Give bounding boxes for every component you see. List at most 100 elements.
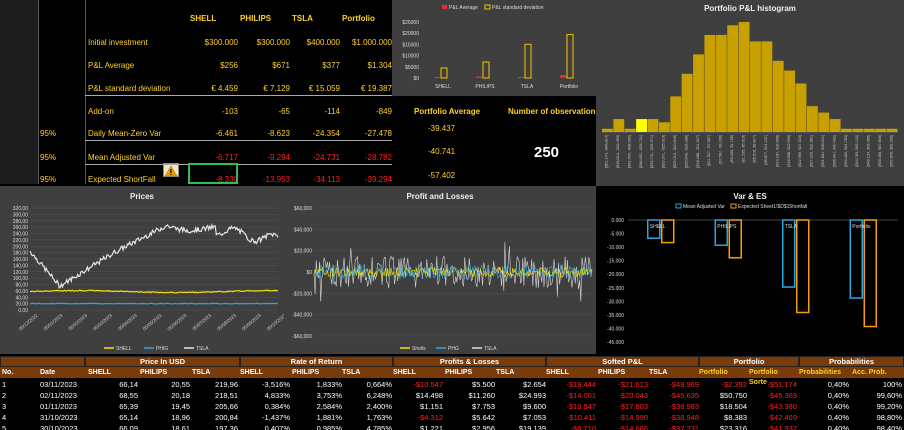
table-cell[interactable]: -$38.983 xyxy=(649,402,699,412)
table-cell[interactable]: 65,14 xyxy=(88,413,138,423)
table-cell[interactable]: 218,51 xyxy=(192,391,238,401)
table-cell[interactable]: 0,985% xyxy=(292,424,342,430)
column-header[interactable]: SHELL xyxy=(240,368,290,378)
table-cell[interactable]: -$21.613 xyxy=(598,380,648,390)
cell[interactable]: $300.000 xyxy=(238,38,290,48)
column-header[interactable]: No. xyxy=(2,368,38,378)
table-cell[interactable]: 19,45 xyxy=(140,402,190,412)
cell[interactable]: -849 xyxy=(340,107,392,117)
cell[interactable]: -24.731 xyxy=(288,153,340,163)
table-cell[interactable]: $2.654 xyxy=(496,380,546,390)
observations-value[interactable]: 250 xyxy=(534,144,559,161)
cell[interactable]: € 19.387 xyxy=(340,84,392,94)
table-cell[interactable]: 6,248% xyxy=(342,391,392,401)
table-cell[interactable]: $8.383 xyxy=(699,413,747,423)
table-cell[interactable]: 01/11/2023 xyxy=(40,402,86,412)
column-header[interactable]: PHILIPS xyxy=(292,368,342,378)
table-cell[interactable]: 02/11/2023 xyxy=(40,391,86,401)
table-cell[interactable]: 0,407% xyxy=(240,424,290,430)
table-cell[interactable]: -$8.710 xyxy=(546,424,596,430)
table-cell[interactable]: -$14.001 xyxy=(546,391,596,401)
pl-chart[interactable]: Profit and Losses $60,000 $40,000 $20,000 $… xyxy=(284,186,596,354)
table-cell[interactable]: -$38.948 xyxy=(649,413,699,423)
table-cell[interactable]: 18,61 xyxy=(140,424,190,430)
table-cell[interactable]: $50.750 xyxy=(699,391,747,401)
table-cell[interactable]: 3 xyxy=(2,402,38,412)
table-cell[interactable]: -$17.803 xyxy=(598,402,648,412)
column-header[interactable]: SHELL xyxy=(88,368,138,378)
portfolio-average-value[interactable]: -39.437 xyxy=(428,124,455,134)
table-cell[interactable]: 0,384% xyxy=(240,402,290,412)
table-cell[interactable]: $11.260 xyxy=(445,391,495,401)
table-cell[interactable]: -$42.469 xyxy=(749,413,797,423)
table-cell[interactable]: 100% xyxy=(852,380,902,390)
table-cell[interactable]: $14.498 xyxy=(393,391,443,401)
table-cell[interactable]: 31/10/2023 xyxy=(40,413,86,423)
table-cell[interactable]: $5.500 xyxy=(445,380,495,390)
table-cell[interactable]: -$41.932 xyxy=(749,424,797,430)
table-cell[interactable]: 3,753% xyxy=(292,391,342,401)
portfolio-average-value[interactable]: -40.741 xyxy=(428,147,455,157)
table-cell[interactable]: -$14.990 xyxy=(598,413,648,423)
table-cell[interactable]: 4 xyxy=(2,413,38,423)
table-cell[interactable]: $7.053 xyxy=(496,413,546,423)
cell[interactable]: $377 xyxy=(288,61,340,71)
table-cell[interactable]: 0,40% xyxy=(799,402,849,412)
table-cell[interactable]: -$10.547 xyxy=(546,402,596,412)
table-cell[interactable]: $23.316 xyxy=(699,424,747,430)
table-cell[interactable]: 5 xyxy=(2,424,38,430)
cell[interactable]: -114 xyxy=(288,107,340,117)
column-header[interactable]: Probabilities xyxy=(799,368,849,378)
cell[interactable]: -103 xyxy=(186,107,238,117)
table-cell[interactable]: 2 xyxy=(2,391,38,401)
table-cell[interactable]: -$20.043 xyxy=(598,391,648,401)
column-header[interactable]: PHILIPS xyxy=(598,368,648,378)
cell[interactable]: -28.782 xyxy=(340,153,392,163)
table-cell[interactable]: 68,55 xyxy=(88,391,138,401)
column-header[interactable]: TSLA xyxy=(342,368,392,378)
table-cell[interactable]: 98,80% xyxy=(852,413,902,423)
table-cell[interactable]: 03/11/2023 xyxy=(40,380,86,390)
table-cell[interactable]: $1.221 xyxy=(393,424,443,430)
prices-chart[interactable]: Prices 320,00 300,00 280,00 260,00 240,00 220… xyxy=(0,186,284,354)
column-header[interactable]: PHILIPS xyxy=(445,368,495,378)
table-cell[interactable]: 98,40% xyxy=(852,424,902,430)
cell[interactable]: -65 xyxy=(238,107,290,117)
table-cell[interactable]: -3,516% xyxy=(240,380,290,390)
table-cell[interactable]: 20,18 xyxy=(140,391,190,401)
table-cell[interactable]: 0,40% xyxy=(799,380,849,390)
column-header[interactable]: Portfolio xyxy=(699,368,747,378)
cell[interactable]: $1.000.000 xyxy=(340,38,392,48)
table-cell[interactable]: -$10.547 xyxy=(393,380,443,390)
cell[interactable]: $400.000 xyxy=(288,38,340,48)
table-cell[interactable]: 205,66 xyxy=(192,402,238,412)
column-header[interactable]: Acc. Prob. xyxy=(852,368,902,378)
column-header[interactable]: SHELL xyxy=(546,368,596,378)
var-es-chart[interactable]: Var & ES 0.000 -5.000 -10.000 -15.000 -20.00… xyxy=(596,186,904,354)
table-cell[interactable]: 2,400% xyxy=(342,402,392,412)
table-cell[interactable]: 20,55 xyxy=(140,380,190,390)
table-cell[interactable]: 1,833% xyxy=(292,380,342,390)
table-cell[interactable]: -$19.444 xyxy=(546,380,596,390)
table-cell[interactable]: 1,763% xyxy=(342,413,392,423)
cell[interactable]: € 4.459 xyxy=(186,84,238,94)
cell[interactable]: -39.294 xyxy=(340,175,392,185)
cell[interactable]: -9.294 xyxy=(238,153,290,163)
column-header[interactable]: SHELL xyxy=(393,368,443,378)
table-cell[interactable]: 1,881% xyxy=(292,413,342,423)
table-cell[interactable]: $9.600 xyxy=(496,402,546,412)
selected-cell[interactable] xyxy=(188,163,238,184)
cell[interactable]: -13.953 xyxy=(238,175,290,185)
table-cell[interactable]: 4,785% xyxy=(342,424,392,430)
table-cell[interactable]: -$10.411 xyxy=(546,413,596,423)
table-cell[interactable]: 4,833% xyxy=(240,391,290,401)
table-cell[interactable]: -$2.392 xyxy=(699,380,747,390)
table-cell[interactable]: 219,96 xyxy=(192,380,238,390)
portfolio-average-value[interactable]: -57.402 xyxy=(428,171,455,181)
table-cell[interactable]: $24.993 xyxy=(496,391,546,401)
cell[interactable]: $256 xyxy=(186,61,238,71)
column-header[interactable]: Portfolio Sorte xyxy=(749,368,797,386)
table-cell[interactable]: 66,14 xyxy=(88,380,138,390)
table-cell[interactable]: 66,09 xyxy=(88,424,138,430)
table-cell[interactable]: $5.642 xyxy=(445,413,495,423)
